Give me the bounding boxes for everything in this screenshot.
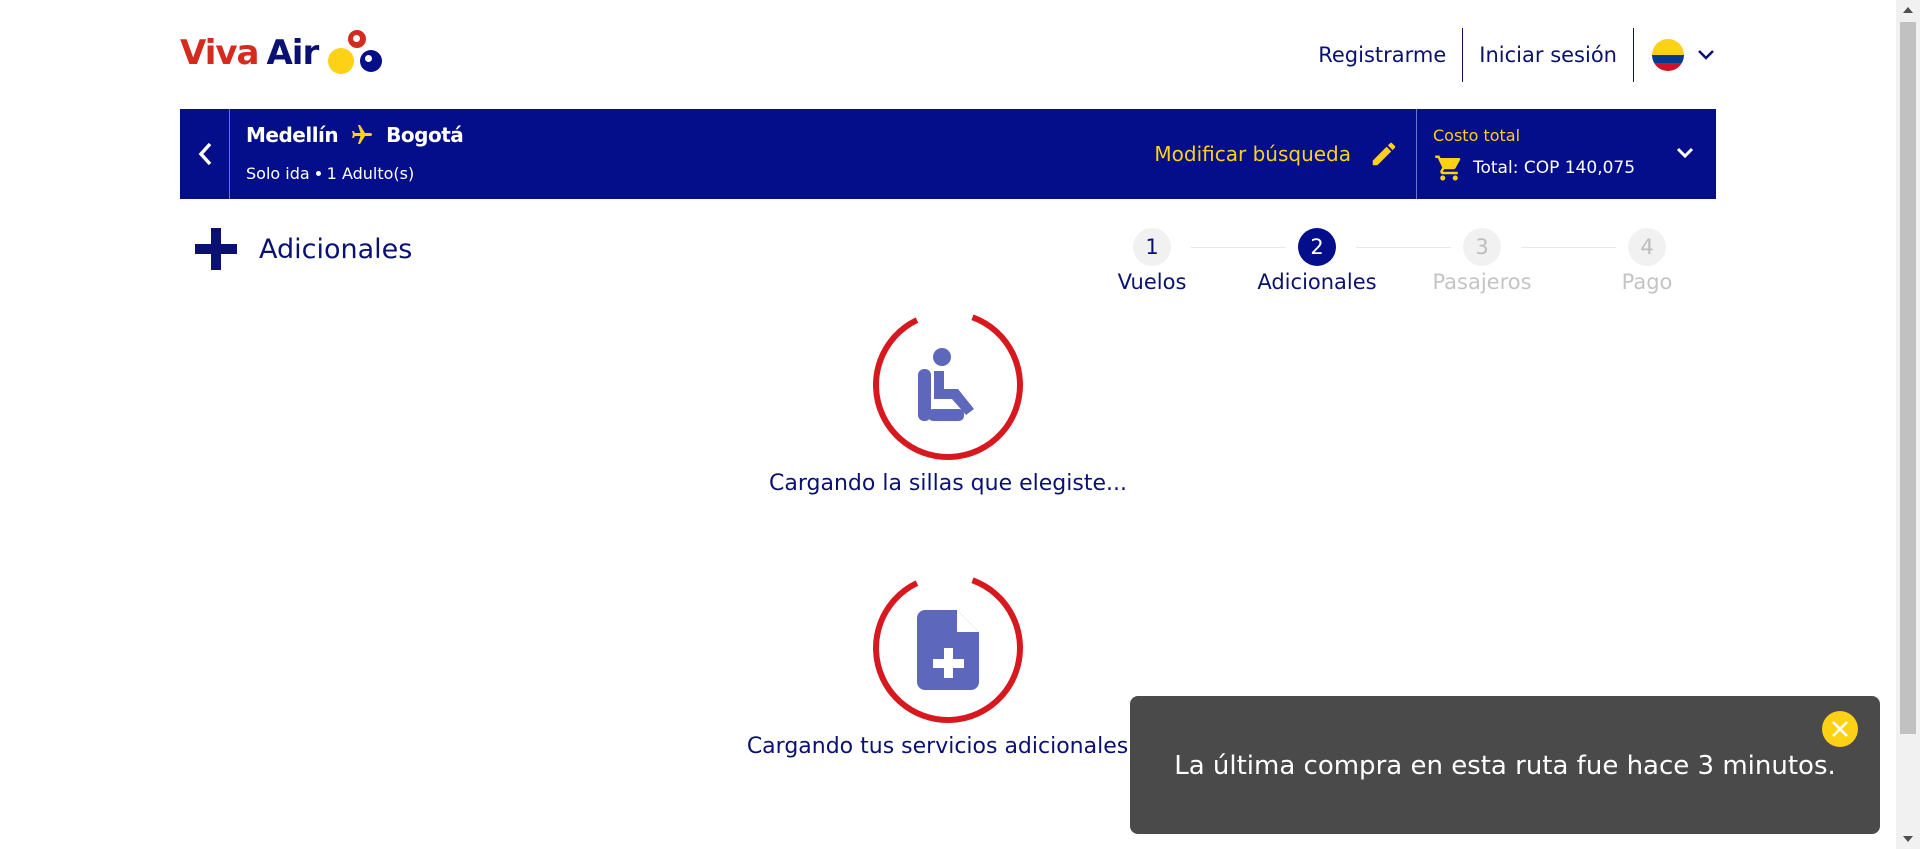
step-number: 3 [1463,228,1501,266]
page-title: Adicionales [259,233,413,265]
cart-icon [1435,155,1461,181]
header: Viva Air Registrarme Iniciar sesión [180,0,1716,108]
section-header: Adicionales [195,228,412,270]
total-amount: Total: COP 140,075 [1473,158,1636,178]
step-number: 1 [1133,228,1171,266]
step-pago: 4 Pago [1577,228,1717,294]
document-add-icon [917,610,979,690]
colombia-flag-icon [1652,39,1684,71]
modify-search-button[interactable]: Modificar búsqueda [1154,109,1399,199]
step-label: Adicionales [1257,270,1377,294]
chevron-down-icon [1698,50,1714,60]
seat-icon [918,348,974,421]
top-nav: Registrarme Iniciar sesión [1302,28,1716,82]
seats-loading-spinner [872,309,1024,461]
toast-close-button[interactable] [1822,711,1858,747]
booking-summary-bar: Medellín Bogotá Solo ida 1 Adulto(s) Mod… [180,109,1716,199]
step-label: Vuelos [1117,270,1187,294]
scroll-up-arrow-icon[interactable] [1896,0,1920,20]
step-adicionales: 2 Adicionales [1247,228,1387,294]
back-button[interactable] [180,109,230,199]
country-selector[interactable] [1634,28,1716,82]
plane-icon [348,123,376,147]
destination-city: Bogotá [386,123,464,147]
step-vuelos[interactable]: 1 Vuelos [1082,228,1222,294]
trip-type: Solo ida [246,164,310,183]
total-cost-panel[interactable]: Costo total Total: COP 140,075 [1416,109,1716,199]
progress-stepper: 1 Vuelos 2 Adicionales 3 Pasajeros 4 Pag… [1082,228,1682,298]
step-label: Pasajeros [1432,270,1532,294]
register-link[interactable]: Registrarme [1302,28,1462,82]
seats-loading-text: Cargando la sillas que elegiste... [769,471,1127,496]
logo-word-viva: Viva [180,33,259,73]
cost-total: Total: COP 140,075 [1433,153,1635,183]
logo-word-air: Air [266,33,319,73]
step-number: 4 [1628,228,1666,266]
scrollbar-thumb[interactable] [1900,22,1916,734]
step-pasajeros: 3 Pasajeros [1412,228,1552,294]
chevron-down-icon [1676,147,1694,159]
passenger-count: 1 Adulto(s) [326,164,415,183]
trip-details: Solo ida 1 Adulto(s) [246,164,414,183]
pencil-icon [1372,142,1396,166]
services-loading-spinner [872,572,1024,724]
plus-icon [195,228,237,270]
close-icon [1832,721,1848,737]
modify-search-label: Modificar búsqueda [1154,142,1351,166]
logo-dots-icon [324,28,390,78]
route: Medellín Bogotá [246,123,464,147]
separator-dot [315,171,321,176]
step-number: 2 [1298,228,1336,266]
recent-purchase-toast: La última compra en esta ruta fue hace 3… [1130,696,1880,834]
origin-city: Medellín [246,123,339,147]
login-link[interactable]: Iniciar sesión [1463,28,1633,82]
chevron-left-icon [198,142,211,166]
step-label: Pago [1621,270,1673,294]
viva-air-logo[interactable]: Viva Air [180,28,390,78]
scroll-down-arrow-icon[interactable] [1896,829,1920,849]
toast-message: La última compra en esta ruta fue hace 3… [1174,751,1836,781]
page-scrollbar[interactable] [1896,0,1920,849]
cost-label: Costo total [1433,126,1521,145]
services-loading-text: Cargando tus servicios adicionales... [746,734,1150,759]
